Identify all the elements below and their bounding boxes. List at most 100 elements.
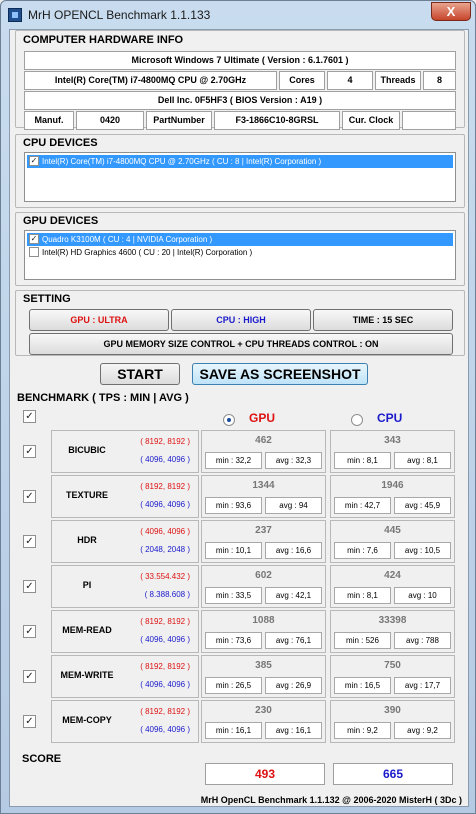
cpu-devices-group: CPU DEVICES ✓ Intel(R) Core(TM) i7-4800M… bbox=[15, 134, 465, 208]
cpu-result: 33398 min : 526 avg : 788 bbox=[330, 610, 455, 653]
start-button[interactable]: START bbox=[100, 363, 180, 385]
cpu-radio[interactable] bbox=[351, 414, 363, 426]
client-area: COMPUTER HARDWARE INFO Microsoft Windows… bbox=[9, 29, 469, 807]
test-checkbox[interactable]: ✓ bbox=[23, 715, 36, 728]
test-checkbox[interactable]: ✓ bbox=[23, 670, 36, 683]
gpu-device-item-0[interactable]: ✓ Quadro K3100M ( CU : 4 | NVIDIA Corpor… bbox=[27, 233, 453, 246]
clock-label: Cur. Clock bbox=[342, 111, 400, 130]
cpu-column-header: CPU bbox=[377, 411, 403, 425]
cpu-min: min : 9,2 bbox=[334, 722, 391, 739]
cpu-min: min : 16,5 bbox=[334, 677, 391, 694]
test-name: MEM-READ bbox=[62, 625, 112, 635]
gpu-tps: 1344 bbox=[252, 480, 275, 491]
os-info: Microsoft Windows 7 Ultimate ( Version :… bbox=[24, 51, 456, 70]
test-name: MEM-WRITE bbox=[60, 670, 114, 680]
cpu-tps: 445 bbox=[384, 525, 401, 536]
gpu-result: 1344 min : 93,6 avg : 94 bbox=[201, 475, 326, 518]
cpu-size: ( 4096, 4096 ) bbox=[140, 680, 190, 689]
gpu-devices-group: GPU DEVICES ✓ Quadro K3100M ( CU : 4 | N… bbox=[15, 212, 465, 286]
gpu-min: min : 73,6 bbox=[205, 632, 262, 649]
save-screenshot-button[interactable]: SAVE AS SCREENSHOT bbox=[192, 363, 368, 385]
hardware-title: COMPUTER HARDWARE INFO bbox=[23, 34, 184, 46]
cpu-device-list[interactable]: ✓ Intel(R) Core(TM) i7-4800MQ CPU @ 2.70… bbox=[24, 152, 456, 202]
time-button[interactable]: TIME : 15 SEC bbox=[313, 309, 453, 331]
cpu-devices-title: CPU DEVICES bbox=[23, 137, 98, 149]
benchmark-row: ✓ HDR ( 4096, 4096 ) ( 2048, 2048 ) 237 min :… bbox=[15, 520, 465, 563]
test-checkbox[interactable]: ✓ bbox=[23, 580, 36, 593]
cpu-result: 750 min : 16,5 avg : 17,7 bbox=[330, 655, 455, 698]
benchmark-title: BENCHMARK ( TPS : MIN | AVG ) bbox=[17, 392, 189, 404]
cpu-min: min : 8,1 bbox=[334, 587, 391, 604]
close-button[interactable]: X bbox=[431, 2, 471, 21]
title-bar[interactable]: MrH OPENCL Benchmark 1.1.133 X bbox=[1, 1, 475, 29]
cpu-avg: avg : 45,9 bbox=[394, 497, 451, 514]
cpu-min: min : 8,1 bbox=[334, 452, 391, 469]
cpu-level-button[interactable]: CPU : HIGH bbox=[171, 309, 311, 331]
cpu-size: ( 4096, 4096 ) bbox=[140, 455, 190, 464]
gpu-tps: 230 bbox=[255, 705, 272, 716]
gpu-device-item-1[interactable]: Intel(R) HD Graphics 4600 ( CU : 20 | In… bbox=[27, 246, 453, 259]
test-checkbox[interactable]: ✓ bbox=[23, 445, 36, 458]
test-checkbox[interactable]: ✓ bbox=[23, 490, 36, 503]
cpu-size: ( 4096, 4096 ) bbox=[140, 500, 190, 509]
benchmark-row: ✓ MEM-COPY ( 8192, 8192 ) ( 4096, 4096 ) 230… bbox=[15, 700, 465, 743]
cpu-score: 665 bbox=[333, 763, 453, 785]
score-title: SCORE bbox=[22, 753, 62, 765]
cpu-result: 424 min : 8,1 avg : 10 bbox=[330, 565, 455, 608]
cpu-avg: avg : 10,5 bbox=[394, 542, 451, 559]
gpu-avg: avg : 26,9 bbox=[265, 677, 322, 694]
cpu-avg: avg : 788 bbox=[394, 632, 451, 649]
board-info: Dell Inc. 0F5HF3 ( BIOS Version : A19 ) bbox=[24, 91, 456, 110]
benchmark-row: ✓ PI ( 33.554.432 ) ( 8.388.608 ) 602 min : 3… bbox=[15, 565, 465, 608]
gpu-min: min : 33,5 bbox=[205, 587, 262, 604]
gpu-avg: avg : 32,3 bbox=[265, 452, 322, 469]
test-info: HDR ( 4096, 4096 ) ( 2048, 2048 ) bbox=[51, 520, 199, 563]
manuf-label: Manuf. bbox=[24, 111, 74, 130]
gpu-result: 230 min : 16,1 avg : 16,1 bbox=[201, 700, 326, 743]
gpu-score: 493 bbox=[205, 763, 325, 785]
cpu-info: Intel(R) Core(TM) i7-4800MQ CPU @ 2.70GH… bbox=[24, 71, 277, 90]
cpu-size: ( 8.388.608 ) bbox=[144, 590, 190, 599]
threads-value: 8 bbox=[423, 71, 456, 90]
cpu-device-checkbox[interactable]: ✓ bbox=[29, 156, 39, 166]
gpu-size: ( 33.554.432 ) bbox=[140, 572, 190, 581]
cpu-tps: 750 bbox=[384, 660, 401, 671]
gpu-device-list[interactable]: ✓ Quadro K3100M ( CU : 4 | NVIDIA Corpor… bbox=[24, 230, 456, 280]
cpu-tps: 343 bbox=[384, 435, 401, 446]
gpu-result: 462 min : 32,2 avg : 32,3 bbox=[201, 430, 326, 473]
select-all-checkbox[interactable]: ✓ bbox=[23, 410, 36, 423]
manuf-value: 0420 bbox=[76, 111, 144, 130]
gpu-radio[interactable] bbox=[223, 414, 235, 426]
app-icon bbox=[8, 8, 22, 22]
gpu-size: ( 8192, 8192 ) bbox=[140, 707, 190, 716]
partnumber-label: PartNumber bbox=[146, 111, 212, 130]
window-title: MrH OPENCL Benchmark 1.1.133 bbox=[28, 8, 211, 22]
gpu-device-label-0: Quadro K3100M ( CU : 4 | NVIDIA Corporat… bbox=[42, 235, 213, 244]
gpu-column-header: GPU bbox=[249, 411, 276, 425]
cpu-tps: 1946 bbox=[381, 480, 404, 491]
cpu-device-item[interactable]: ✓ Intel(R) Core(TM) i7-4800MQ CPU @ 2.70… bbox=[27, 155, 453, 168]
gpu-device-checkbox-0[interactable]: ✓ bbox=[29, 234, 39, 244]
cpu-tps: 424 bbox=[384, 570, 401, 581]
test-checkbox[interactable]: ✓ bbox=[23, 535, 36, 548]
gpu-size: ( 8192, 8192 ) bbox=[140, 482, 190, 491]
cores-label: Cores bbox=[279, 71, 325, 90]
benchmark-row: ✓ MEM-READ ( 8192, 8192 ) ( 4096, 4096 ) 108… bbox=[15, 610, 465, 653]
gpu-device-checkbox-1[interactable] bbox=[29, 247, 39, 257]
gpu-avg: avg : 94 bbox=[265, 497, 322, 514]
gpu-level-button[interactable]: GPU : ULTRA bbox=[29, 309, 169, 331]
threads-label: Threads bbox=[375, 71, 421, 90]
test-checkbox[interactable]: ✓ bbox=[23, 625, 36, 638]
gpu-avg: avg : 16,1 bbox=[265, 722, 322, 739]
cpu-size: ( 2048, 2048 ) bbox=[140, 545, 190, 554]
benchmark-row: ✓ MEM-WRITE ( 8192, 8192 ) ( 4096, 4096 ) 38… bbox=[15, 655, 465, 698]
gpu-size: ( 8192, 8192 ) bbox=[140, 662, 190, 671]
cpu-tps: 390 bbox=[384, 705, 401, 716]
cores-value: 4 bbox=[327, 71, 373, 90]
gpu-tps: 237 bbox=[255, 525, 272, 536]
gpu-min: min : 32,2 bbox=[205, 452, 262, 469]
test-info: MEM-COPY ( 8192, 8192 ) ( 4096, 4096 ) bbox=[51, 700, 199, 743]
test-name: TEXTURE bbox=[65, 490, 108, 500]
control-button[interactable]: GPU MEMORY SIZE CONTROL + CPU THREADS CO… bbox=[29, 333, 453, 355]
setting-title: SETTING bbox=[23, 293, 71, 305]
